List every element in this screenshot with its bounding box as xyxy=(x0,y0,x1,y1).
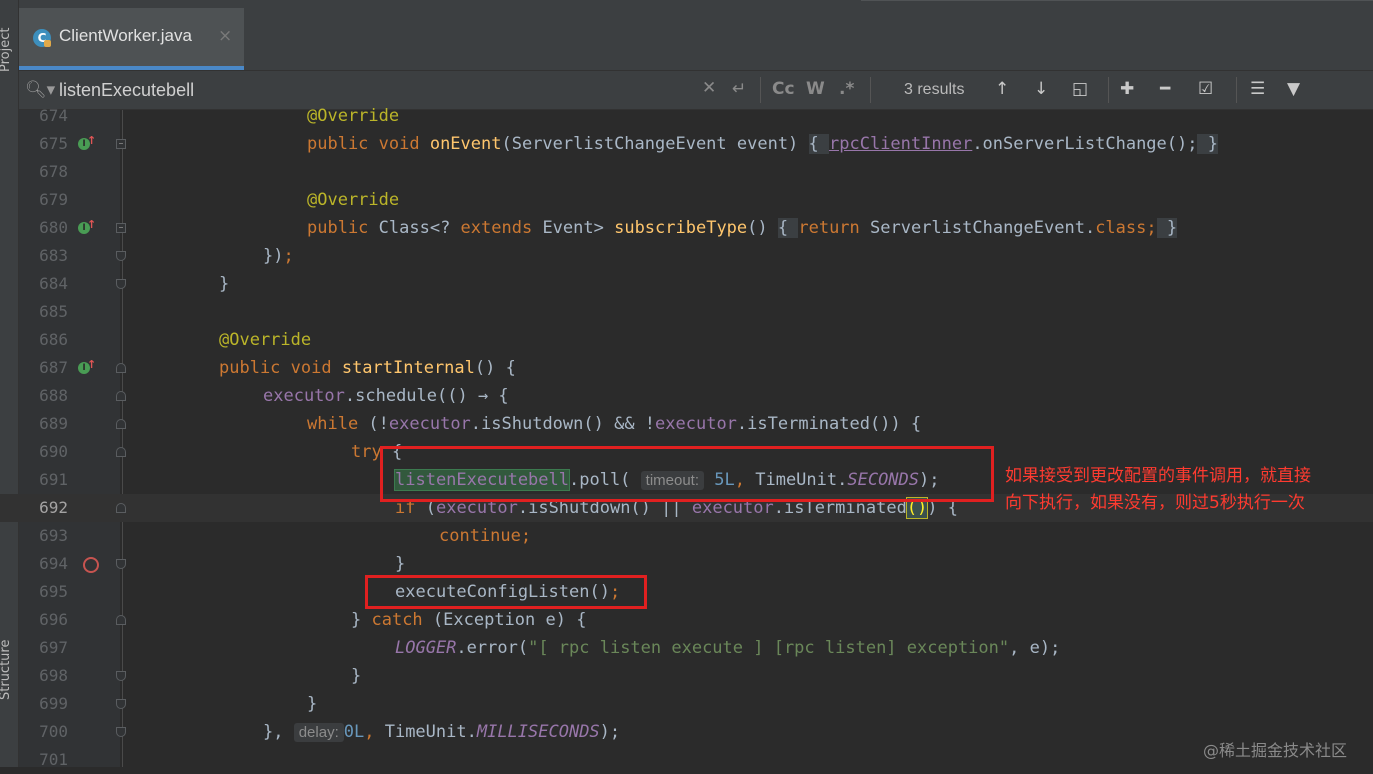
fold-expand-icon[interactable] xyxy=(116,139,126,149)
line-number: 694 xyxy=(39,554,68,573)
regex-toggle[interactable]: .* xyxy=(839,79,854,99)
line-number: 690 xyxy=(39,442,68,461)
fold-collapse-icon[interactable] xyxy=(116,559,126,569)
fold-collapse-icon[interactable] xyxy=(116,363,126,373)
line-number: 686 xyxy=(39,330,68,349)
add-occurrence-icon[interactable]: ✚ xyxy=(1120,79,1134,99)
line-number: 687 xyxy=(39,358,68,377)
fold-collapse-icon[interactable] xyxy=(116,279,126,289)
line-number: 699 xyxy=(39,694,68,713)
select-all-occurrences-icon[interactable]: ☑ xyxy=(1198,79,1213,99)
breakpoint-icon[interactable] xyxy=(83,557,99,573)
match-case-toggle[interactable]: Cc xyxy=(772,79,795,99)
new-line-icon[interactable]: ↵ xyxy=(732,79,746,99)
line-number: 688 xyxy=(39,386,68,405)
words-toggle[interactable]: W xyxy=(806,79,825,99)
code-line: 699 } xyxy=(0,690,1373,718)
fold-collapse-icon[interactable] xyxy=(116,447,126,457)
code-line: 674 @Override xyxy=(0,102,1373,130)
line-number: 683 xyxy=(39,246,68,265)
line-number: 684 xyxy=(39,274,68,293)
fold-collapse-icon[interactable] xyxy=(116,699,126,709)
tab-title: ClientWorker.java xyxy=(59,26,192,45)
clear-icon[interactable]: ✕ xyxy=(702,78,716,98)
code-line: 694 } xyxy=(0,550,1373,578)
implements-method-icon[interactable]: I ↑ xyxy=(78,218,96,235)
line-number: 691 xyxy=(39,470,68,489)
highlight-box-execute xyxy=(365,575,647,609)
code-line: 701 xyxy=(0,746,1373,774)
line-number: 678 xyxy=(39,162,68,181)
code-line: 698 } xyxy=(0,662,1373,690)
next-occurrence-icon[interactable]: ↓ xyxy=(1034,79,1048,99)
fold-collapse-icon[interactable] xyxy=(116,671,126,681)
separator xyxy=(760,77,761,103)
previous-occurrence-icon[interactable]: ↑ xyxy=(995,79,1009,99)
line-number: 695 xyxy=(39,582,68,601)
line-number: 675 xyxy=(39,134,68,153)
parameter-hint: delay: xyxy=(293,723,344,742)
search-input[interactable] xyxy=(59,79,679,101)
code-line: 675 I ↑ public void onEvent(ServerlistCha… xyxy=(0,130,1373,158)
lock-icon xyxy=(44,40,51,47)
code-line: 693 continue; xyxy=(0,522,1373,550)
open-in-window-icon[interactable]: ☰ xyxy=(1250,79,1265,99)
fold-collapse-icon[interactable] xyxy=(116,615,126,625)
editor-tab-bar: C ClientWorker.java × xyxy=(19,0,1373,70)
code-line: 695 executeConfigListen(); xyxy=(0,578,1373,606)
line-number: 674 xyxy=(39,106,68,125)
line-number: 680 xyxy=(39,218,68,237)
code-line: 679 @Override xyxy=(0,186,1373,214)
java-class-icon: C xyxy=(33,29,51,47)
line-number: 698 xyxy=(39,666,68,685)
line-number: 693 xyxy=(39,526,68,545)
filter-icon[interactable]: ▼ xyxy=(1287,79,1300,99)
code-line: 688 executor.schedule(() → { xyxy=(0,382,1373,410)
fold-collapse-icon[interactable] xyxy=(116,503,126,513)
filter-search-results-icon[interactable]: ◱ xyxy=(1072,79,1088,99)
code-line: 689 while (!executor.isShutdown() && !ex… xyxy=(0,410,1373,438)
code-line: 686 @Override xyxy=(0,326,1373,354)
highlight-box-poll xyxy=(380,446,994,502)
code-line: 684 } xyxy=(0,270,1373,298)
code-line: 696 } catch (Exception e) { xyxy=(0,606,1373,634)
line-number: 689 xyxy=(39,414,68,433)
results-count: 3 results xyxy=(904,81,965,98)
implements-method-icon[interactable]: I ↑ xyxy=(78,358,96,375)
separator xyxy=(1108,77,1109,103)
separator xyxy=(870,77,871,103)
line-number: 701 xyxy=(39,750,68,769)
tab-clientworker[interactable]: C ClientWorker.java × xyxy=(19,8,244,70)
fold-collapse-icon[interactable] xyxy=(116,419,126,429)
tab-bar-divider xyxy=(861,0,1373,1)
remove-occurrence-icon[interactable]: ━ xyxy=(1160,79,1170,99)
code-line: 697 LOGGER.error("[ rpc listen execute ]… xyxy=(0,634,1373,662)
code-line: 678 xyxy=(0,158,1373,186)
annotation-note: 如果接受到更改配置的事件调用，就直接 向下执行，如果没有，则过5秒执行一次 xyxy=(1005,466,1311,513)
fold-collapse-icon[interactable] xyxy=(116,391,126,401)
fold-expand-icon[interactable] xyxy=(116,223,126,233)
implements-method-icon[interactable]: I ↑ xyxy=(78,134,96,151)
search-icon[interactable]: 🔍︎▾ xyxy=(25,80,55,100)
line-number: 697 xyxy=(39,638,68,657)
project-tool-button[interactable]: Project xyxy=(0,28,13,72)
fold-collapse-icon[interactable] xyxy=(116,251,126,261)
fold-collapse-icon[interactable] xyxy=(116,727,126,737)
code-line: 700 }, delay: 0L, TimeUnit.MILLISECONDS); xyxy=(0,718,1373,746)
line-number: 685 xyxy=(39,302,68,321)
line-number: 696 xyxy=(39,610,68,629)
code-line: 685 xyxy=(0,298,1373,326)
line-number: 679 xyxy=(39,190,68,209)
separator xyxy=(1236,77,1237,103)
code-line: 683 }); xyxy=(0,242,1373,270)
close-icon[interactable]: × xyxy=(218,26,232,46)
line-number: 692 xyxy=(39,498,68,517)
code-line: 687 I ↑ public void startInternal() { xyxy=(0,354,1373,382)
watermark: @稀土掘金技术社区 xyxy=(1203,741,1348,760)
line-number: 700 xyxy=(39,722,68,741)
code-line: 680 I ↑ public Class<? extends Event> sub… xyxy=(0,214,1373,242)
